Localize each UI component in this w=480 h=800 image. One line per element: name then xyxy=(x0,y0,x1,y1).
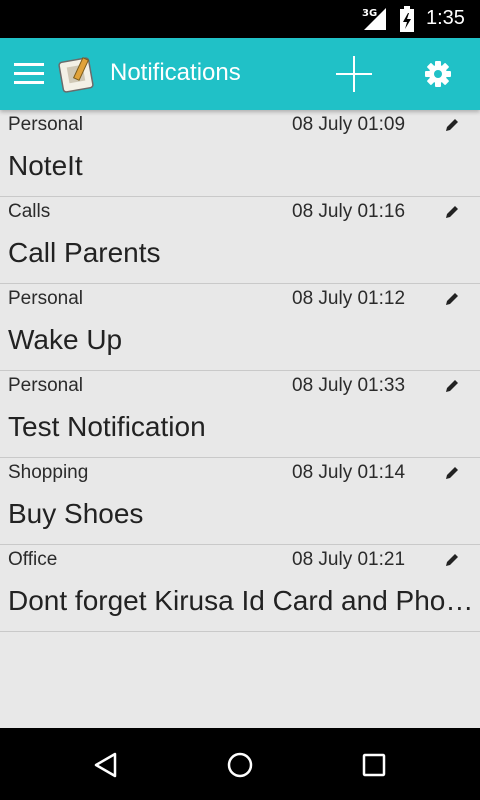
app-bar: Notifications xyxy=(0,38,480,110)
notification-title: Buy Shoes xyxy=(8,498,144,529)
add-icon[interactable] xyxy=(334,54,374,94)
list-item[interactable]: Office 08 July 01:21 Dont forget Kirusa … xyxy=(0,545,480,632)
notification-list: Personal 08 July 01:09 NoteIt Calls 08 J… xyxy=(0,110,480,632)
pencil-icon[interactable] xyxy=(443,203,461,221)
pencil-icon[interactable] xyxy=(443,464,461,482)
list-item[interactable]: Personal 08 July 01:12 Wake Up xyxy=(0,284,480,371)
page-title: Notifications xyxy=(110,59,241,86)
notification-datetime: 08 July 01:14 xyxy=(292,462,406,483)
back-icon[interactable] xyxy=(91,750,121,780)
menu-icon[interactable] xyxy=(14,63,44,85)
notification-datetime: 08 July 01:16 xyxy=(292,201,406,222)
home-icon[interactable] xyxy=(225,750,255,780)
notification-title: Wake Up xyxy=(8,324,123,355)
notification-category: Personal xyxy=(8,114,83,135)
settings-icon[interactable] xyxy=(423,59,453,89)
notification-category: Personal xyxy=(8,288,83,309)
notification-category: Calls xyxy=(8,201,51,222)
notification-category: Shopping xyxy=(8,462,89,483)
list-item[interactable]: Shopping 08 July 01:14 Buy Shoes xyxy=(0,458,480,545)
notification-datetime: 08 July 01:09 xyxy=(292,114,406,135)
notification-category: Office xyxy=(8,549,58,570)
pencil-icon[interactable] xyxy=(443,290,461,308)
notification-title: Test Notification xyxy=(8,411,206,442)
pencil-icon[interactable] xyxy=(443,116,461,134)
notification-title: NoteIt xyxy=(8,150,83,181)
recents-icon[interactable] xyxy=(359,750,389,780)
app-logo-icon xyxy=(58,57,94,93)
list-item[interactable]: Calls 08 July 01:16 Call Parents xyxy=(0,197,480,284)
notification-title: Call Parents xyxy=(8,237,161,268)
list-item[interactable]: Personal 08 July 01:33 Test Notification xyxy=(0,371,480,458)
pencil-icon[interactable] xyxy=(443,551,461,569)
clock: 1:35 xyxy=(426,7,465,29)
notification-datetime: 08 July 01:21 xyxy=(292,549,406,570)
battery-charging-icon xyxy=(400,6,414,32)
signal-icon xyxy=(364,8,386,30)
notification-title: Dont forget Kirusa Id Card and Phone xyxy=(8,585,476,616)
notification-datetime: 08 July 01:12 xyxy=(292,288,406,309)
notification-category: Personal xyxy=(8,375,83,396)
navigation-bar xyxy=(0,728,480,800)
notification-datetime: 08 July 01:33 xyxy=(292,375,406,396)
pencil-icon[interactable] xyxy=(443,377,461,395)
list-item[interactable]: Personal 08 July 01:09 NoteIt xyxy=(0,110,480,197)
status-bar: 3G 1:35 xyxy=(0,0,480,38)
